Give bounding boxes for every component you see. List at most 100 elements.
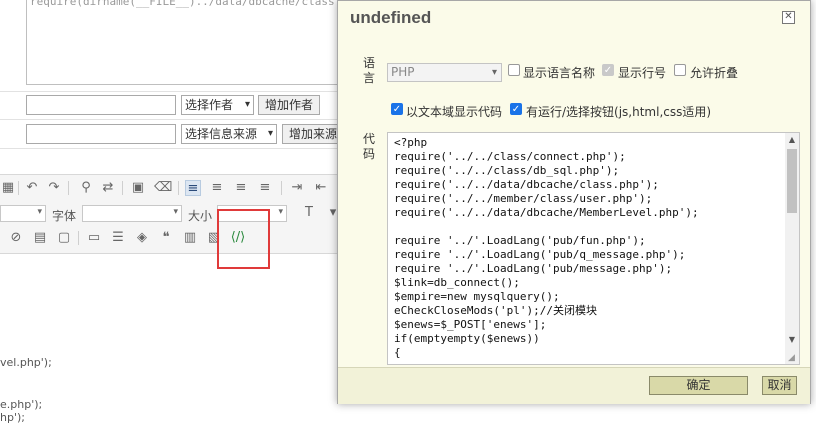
toolbar-separator	[18, 181, 19, 195]
allow-folding-label: 允许折叠	[690, 66, 739, 80]
code-line: require('../../data/dbcache/class.php');	[394, 178, 659, 191]
image-icon[interactable]: ◈	[134, 230, 150, 246]
background-code-line: e.php');	[0, 398, 43, 411]
align-right-icon[interactable]: ≡	[233, 180, 249, 196]
chevron-down-icon: ▾	[244, 99, 250, 110]
author-input[interactable]	[26, 95, 176, 115]
row-divider	[0, 119, 345, 120]
cancel-button[interactable]: 取消	[762, 376, 797, 395]
code-line: $enews=$_POST['enews'];	[394, 318, 547, 331]
paste-icon[interactable]: ▤	[32, 230, 48, 246]
insert-code-dialog: undefined ✕ 语言 PHP ▾ 显示语言名称 ✓ 显示行号 允许折叠 …	[337, 0, 811, 404]
toolbar-row-1: ▦ ↶ ↷ ⚲ ⇄ ▣ ⌫ ≡ ≡ ≡ ≡ ⇥ ⇤	[0, 177, 345, 201]
author-select-value: 选择作者	[185, 98, 234, 112]
table-icon[interactable]: ▭	[86, 230, 102, 246]
no-format-icon[interactable]: ⊘	[8, 230, 24, 246]
toolbar-separator	[68, 181, 69, 195]
align-center-icon[interactable]: ≡	[209, 180, 225, 196]
new-page-icon[interactable]: ▢	[56, 230, 72, 246]
code-line: require('../../class/db_sql.php');	[394, 164, 620, 177]
ok-button[interactable]: 确定	[649, 376, 748, 395]
highlight-annotation	[217, 209, 270, 269]
quote-icon[interactable]: ❝	[158, 230, 174, 246]
redo-icon[interactable]: ↷	[46, 180, 62, 196]
row-divider	[0, 148, 345, 149]
size-label: 大小	[188, 209, 213, 223]
format-combo[interactable]: ▾	[0, 205, 46, 222]
code-line: {	[394, 346, 401, 359]
outdent-icon[interactable]: ⇤	[313, 180, 329, 196]
toolbar-separator	[281, 181, 282, 195]
close-icon[interactable]: ✕	[782, 11, 795, 24]
background-code-line: hp');	[0, 411, 25, 424]
save-icon[interactable]: ▦	[0, 180, 16, 196]
select-all-icon[interactable]: ▣	[130, 180, 146, 196]
undo-icon[interactable]: ↶	[24, 180, 40, 196]
find-icon[interactable]: ⚲	[78, 180, 94, 196]
toolbar-separator	[178, 181, 179, 195]
background-code-line: vel.php');	[0, 356, 52, 369]
code-textarea[interactable]: <?php require('../../class/connect.php')…	[387, 132, 800, 365]
dialog-footer: 确定 取消	[338, 367, 810, 404]
chevron-down-icon: ▾	[173, 207, 178, 217]
source-select-value: 选择信息来源	[185, 127, 258, 141]
code-line: <?php	[394, 136, 428, 149]
show-line-numbers-label: 显示行号	[618, 66, 667, 80]
code-line: require '../'.LoadLang('pub/message.php'…	[394, 262, 673, 275]
run-button-checkbox[interactable]: ✓	[510, 103, 522, 115]
source-input[interactable]	[26, 124, 176, 144]
textarea-display-label: 以文本域显示代码	[406, 105, 503, 119]
scroll-thumb[interactable]	[787, 149, 797, 213]
eraser-icon[interactable]: ⌫	[154, 180, 172, 196]
horizontal-line-icon[interactable]: ☰	[110, 230, 126, 246]
replace-icon[interactable]: ⇄	[100, 180, 116, 196]
chevron-down-icon: ▾	[37, 207, 42, 217]
chevron-down-icon: ▾	[267, 128, 273, 139]
code-line: require('../../member/class/user.php');	[394, 192, 653, 205]
language-label: 语言	[362, 56, 375, 85]
code-label: 代码	[362, 132, 375, 161]
textarea-display-checkbox[interactable]: ✓	[391, 103, 403, 115]
code-line: require('../../data/dbcache/MemberLevel.…	[394, 206, 699, 219]
scroll-down-icon[interactable]: ▼	[785, 333, 799, 347]
toolbar-separator	[122, 181, 123, 195]
align-left-icon[interactable]: ≡	[185, 180, 201, 196]
author-select[interactable]: 选择作者 ▾	[181, 95, 254, 115]
dialog-title: undefined	[350, 8, 432, 27]
toolbar-row-2: ▾ 字体 ▾ 大小 ▾ T ▾	[0, 202, 345, 226]
page-break-icon[interactable]: ▥	[182, 230, 198, 246]
source-select[interactable]: 选择信息来源 ▾	[181, 124, 277, 144]
chevron-down-icon: ▾	[278, 207, 283, 217]
code-line: $link=db_connect();	[394, 276, 520, 289]
add-source-button[interactable]: 增加来源	[282, 124, 338, 144]
toolbar-row-3: ⊘ ▤ ▢ ▭ ☰ ◈ ❝ ▥ ▧ ⟨/⟩	[0, 227, 345, 251]
code-line: eCheckCloseMods('pl');//关闭模块	[394, 304, 597, 317]
language-select-value: PHP	[391, 65, 415, 79]
run-button-label: 有运行/选择按钮(js,html,css适用)	[526, 105, 712, 119]
editor-toolbar: ▦ ↶ ↷ ⚲ ⇄ ▣ ⌫ ≡ ≡ ≡ ≡ ⇥ ⇤ ▾ 字体 ▾ 大小 ▾ T …	[0, 174, 345, 254]
code-scrollbar[interactable]: ▲ ▼	[785, 133, 799, 364]
row-divider	[0, 91, 345, 92]
language-select[interactable]: PHP ▾	[387, 63, 502, 82]
show-line-numbers-checkbox[interactable]: ✓	[602, 64, 614, 76]
align-justify-icon[interactable]: ≡	[257, 180, 273, 196]
font-label: 字体	[52, 209, 77, 223]
code-line: if(emptyempty($enews))	[394, 332, 540, 345]
toolbar-separator	[78, 231, 79, 245]
textarea-content: require(dirname(__FILE__)../data/dbcache…	[30, 0, 362, 8]
content-textarea[interactable]: require(dirname(__FILE__)../data/dbcache…	[26, 0, 361, 85]
code-line: require('../../class/connect.php');	[394, 150, 626, 163]
text-color-icon[interactable]: T	[301, 205, 317, 221]
code-line: require '../'.LoadLang('pub/q_message.ph…	[394, 248, 686, 261]
chevron-down-icon: ▾	[491, 67, 497, 78]
add-author-button[interactable]: 增加作者	[258, 95, 321, 115]
scroll-up-icon[interactable]: ▲	[785, 133, 799, 147]
code-line: require '../'.LoadLang('pub/fun.php');	[394, 234, 646, 247]
resize-grip-icon[interactable]: ◢	[788, 353, 798, 363]
indent-icon[interactable]: ⇥	[289, 180, 305, 196]
show-language-name-checkbox[interactable]	[508, 64, 520, 76]
code-line: $empire=new mysqlquery();	[394, 290, 560, 303]
show-language-name-label: 显示语言名称	[523, 66, 596, 80]
allow-folding-checkbox[interactable]	[674, 64, 686, 76]
font-combo[interactable]: ▾	[82, 205, 182, 222]
